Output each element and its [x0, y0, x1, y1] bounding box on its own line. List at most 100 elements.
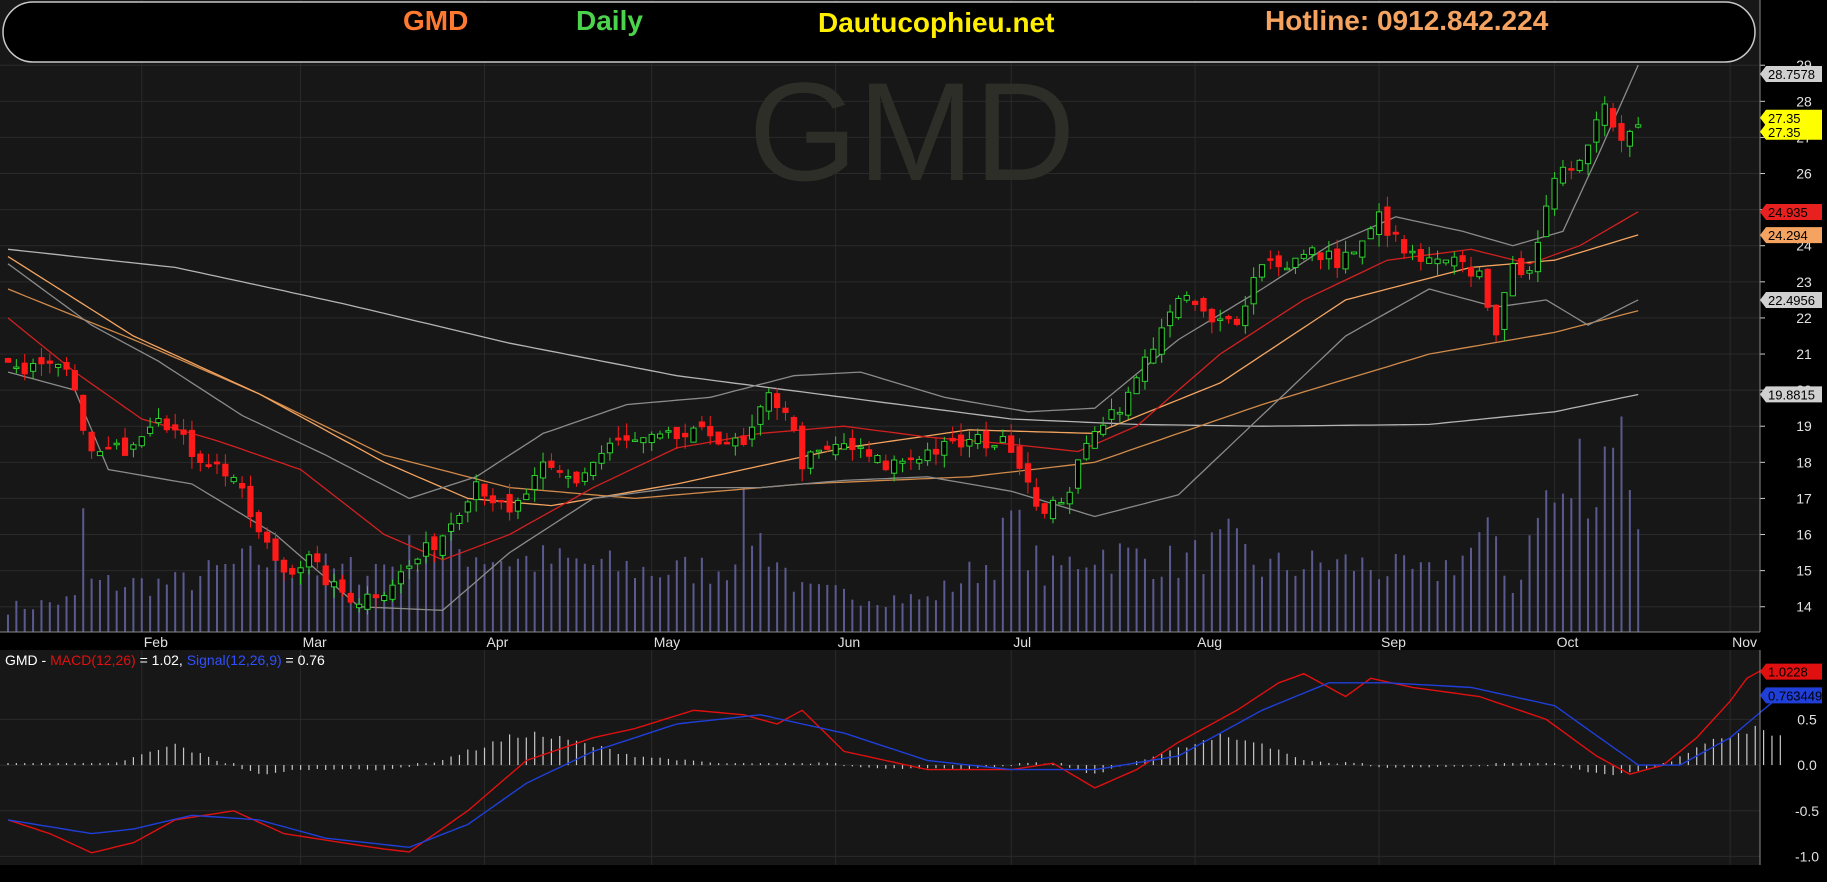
- candle-up: [1543, 205, 1550, 238]
- candle-up: [297, 567, 304, 574]
- candle-up: [1509, 263, 1516, 297]
- candle-up: [899, 460, 906, 464]
- candle-down: [556, 470, 563, 473]
- price-value-label: 27.35: [1768, 111, 1801, 126]
- candle-down: [205, 464, 212, 467]
- legend-prefix: GMD -: [5, 652, 50, 668]
- candle-up: [464, 501, 471, 513]
- candle-down: [213, 461, 221, 465]
- price-tick-label: 23: [1796, 274, 1812, 290]
- candle-up: [1551, 177, 1558, 210]
- candle-down: [673, 426, 680, 440]
- candle-up: [356, 603, 363, 609]
- candle-up: [1258, 264, 1266, 278]
- price-tick-label: 17: [1796, 490, 1812, 506]
- candle-down: [322, 565, 329, 586]
- candle-up: [916, 458, 923, 464]
- candle-up: [389, 584, 396, 600]
- candle-up: [1091, 431, 1098, 449]
- legend-signal: Signal(12,26,9): [187, 652, 282, 668]
- candle-down: [1568, 168, 1575, 171]
- header-symbol: GMD: [403, 5, 468, 36]
- candle-down: [289, 568, 296, 575]
- macd-legend: GMD - MACD(12,26) = 1.02, Signal(12,26,9…: [5, 652, 325, 668]
- candle-up: [974, 434, 981, 445]
- price-value-label: 24.935: [1768, 205, 1808, 220]
- candle-up: [539, 461, 547, 479]
- candle-down: [71, 370, 78, 391]
- candle-up: [640, 437, 647, 444]
- candle-down: [1334, 248, 1341, 268]
- candle-down: [957, 434, 965, 448]
- candle-up: [1434, 258, 1441, 265]
- candle-down: [489, 495, 496, 504]
- candle-down: [799, 425, 806, 470]
- candle-up: [590, 461, 597, 477]
- candle-up: [1593, 119, 1600, 143]
- candle-down: [506, 493, 513, 513]
- candle-down: [280, 559, 287, 573]
- candle-up: [531, 475, 538, 490]
- candle-up: [1133, 377, 1140, 395]
- candle-up: [155, 418, 162, 424]
- candle-up: [414, 558, 421, 565]
- candle-down: [865, 449, 873, 457]
- candle-down: [1467, 266, 1475, 277]
- watermark: GMD: [749, 53, 1076, 210]
- candle-up: [130, 444, 137, 450]
- candle-up: [581, 472, 588, 482]
- candle-up: [1158, 327, 1165, 355]
- candle-down: [1016, 446, 1023, 469]
- candle-up: [732, 437, 739, 447]
- candle-up: [305, 554, 313, 568]
- macd-tick-label: 0.5: [1797, 711, 1817, 727]
- candle-down: [272, 538, 279, 561]
- candle-up: [330, 581, 338, 588]
- candle-down: [1200, 298, 1207, 312]
- candle-up: [1534, 241, 1541, 273]
- candle-up: [857, 446, 864, 449]
- candle-down: [1484, 268, 1491, 308]
- candle-up: [840, 443, 848, 450]
- candle-up: [1283, 267, 1291, 271]
- candle-up: [807, 451, 814, 469]
- candle-up: [364, 593, 371, 610]
- candle-up: [1359, 240, 1366, 258]
- candle-down: [247, 485, 254, 518]
- candle-up: [631, 439, 639, 442]
- candle-down: [698, 421, 705, 428]
- macd-tick-label: -0.5: [1795, 803, 1819, 819]
- candle-down: [707, 425, 714, 437]
- candle-down: [824, 445, 831, 450]
- candle-up: [1242, 305, 1249, 327]
- candle-up: [941, 440, 948, 456]
- candle-up: [832, 443, 839, 456]
- candle-down: [1208, 308, 1215, 323]
- candle-down: [949, 437, 956, 442]
- candle-down: [21, 362, 28, 375]
- candle-down: [1401, 239, 1408, 254]
- candle-down: [1459, 255, 1466, 263]
- candle-up: [1250, 277, 1257, 305]
- price-value-label: 19.8815: [1768, 387, 1815, 402]
- month-label: Oct: [1557, 634, 1579, 650]
- candle-down: [774, 393, 781, 409]
- candle-down: [932, 448, 940, 455]
- candle-up: [924, 449, 931, 462]
- candle-up: [381, 595, 388, 601]
- candle-up: [648, 433, 655, 444]
- candle-up: [690, 427, 697, 443]
- candle-up: [748, 426, 756, 440]
- candle-down: [983, 430, 990, 449]
- macd-tick-label: 0.0: [1797, 757, 1817, 773]
- month-label: Mar: [303, 634, 327, 650]
- month-label: Jul: [1013, 634, 1031, 650]
- candle-down: [907, 457, 914, 461]
- macd-value-label: 0.763449: [1768, 688, 1822, 703]
- month-label: Nov: [1732, 634, 1757, 650]
- candle-up: [1559, 166, 1567, 184]
- candle-up: [1309, 247, 1316, 255]
- month-label: May: [654, 634, 680, 650]
- candle-down: [1610, 108, 1617, 128]
- candle-up: [1375, 211, 1383, 235]
